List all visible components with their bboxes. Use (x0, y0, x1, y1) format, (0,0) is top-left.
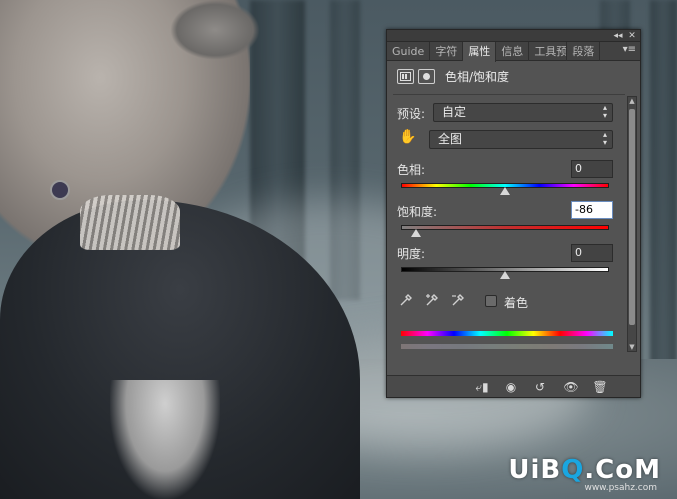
clip-to-layer-icon[interactable]: ⤶▮ (471, 379, 493, 395)
channel-select[interactable]: 全图 ▴ ▾ (429, 130, 613, 149)
preset-select[interactable]: 自定 ▴ ▾ (433, 103, 613, 122)
lightness-slider-thumb[interactable] (500, 271, 510, 279)
mask-icon[interactable] (418, 68, 435, 84)
panel-footer: ⤶▮ ◉ ↺ 👁 🗑 (387, 375, 640, 397)
properties-panel: ◂◂ ✕ Guide 字符 属性 信息 工具预 段落 ▾≡ 色相/饱和度 预设:… (386, 29, 641, 398)
watermark-text-end: .CoM (584, 455, 661, 485)
watermark-url: www.psahz.com (584, 483, 657, 493)
lightness-input[interactable]: 0 (571, 244, 613, 262)
eyedropper-plus-icon[interactable] (425, 293, 439, 307)
watermark-accent: Q (561, 455, 585, 485)
adjustment-body: 预设: 自定 ▴▾ ✋ 全图 ▴▾ 色相: 0 饱和度: -86 明度: 0 (393, 94, 625, 374)
panel-tabs: Guide 字符 属性 信息 工具预 段落 (387, 42, 640, 62)
on-image-adjust-hand-icon[interactable]: ✋ (399, 129, 417, 147)
select-arrows-icon: ▴ ▾ (602, 103, 607, 120)
visibility-eye-icon[interactable]: 👁 (560, 379, 582, 395)
colorize-label: 着色 (504, 296, 529, 310)
reset-icon[interactable]: ↺ (529, 379, 551, 395)
scroll-down-icon[interactable]: ▼ (628, 343, 636, 351)
tab-guide[interactable]: Guide (387, 42, 431, 61)
tab-paragraph[interactable]: 段落 (567, 42, 601, 61)
input-color-bar (401, 331, 613, 336)
output-color-bar (401, 344, 613, 349)
dress-highlight (110, 380, 220, 499)
tab-properties[interactable]: 属性 (463, 42, 497, 62)
watermark-logo: UiBQ.CoM (508, 455, 661, 485)
panel-scrollbar[interactable]: ▲ ▼ (627, 96, 637, 352)
hue-input[interactable]: 0 (571, 160, 613, 178)
channel-value: 全图 (438, 132, 463, 146)
select-arrows-icon: ▴ ▾ (602, 130, 607, 147)
pendant (50, 180, 70, 200)
scrollbar-thumb[interactable] (629, 109, 635, 325)
colorize-checkbox[interactable] (485, 295, 497, 307)
saturation-slider-thumb[interactable] (410, 229, 421, 237)
panel-title: 色相/饱和度 (445, 69, 510, 84)
preset-label: 预设: (397, 107, 426, 121)
watermark-text: UiB (508, 455, 562, 485)
eyedropper-minus-icon[interactable] (451, 293, 465, 307)
tab-info[interactable]: 信息 (496, 42, 530, 61)
tree-trunk (650, 0, 677, 400)
lightness-label: 明度: (397, 247, 426, 261)
panel-titlebar: ◂◂ ✕ (387, 30, 640, 42)
adjustment-layer-icon[interactable] (397, 68, 414, 84)
collapse-icon[interactable]: ◂◂ (612, 30, 624, 42)
preset-value: 自定 (442, 105, 467, 119)
panel-header: 色相/饱和度 (397, 66, 509, 86)
close-icon[interactable]: ✕ (626, 30, 638, 42)
trash-icon[interactable]: 🗑 (589, 379, 611, 395)
hue-slider-thumb[interactable] (500, 187, 510, 195)
tab-character[interactable]: 字符 (430, 42, 464, 61)
saturation-input[interactable]: -86 (571, 201, 613, 219)
hue-label: 色相: (397, 163, 426, 177)
saturation-label: 饱和度: (397, 205, 438, 219)
crystal-collar (80, 195, 180, 250)
saturation-slider-track[interactable] (401, 225, 609, 230)
eyedropper-icon[interactable] (399, 293, 413, 307)
tab-tool-presets[interactable]: 工具预 (529, 42, 568, 61)
view-previous-state-icon[interactable]: ◉ (500, 379, 522, 395)
panel-menu-icon[interactable]: ▾≡ (623, 44, 636, 55)
feather-ornament (170, 0, 260, 60)
scroll-up-icon[interactable]: ▲ (628, 97, 636, 105)
